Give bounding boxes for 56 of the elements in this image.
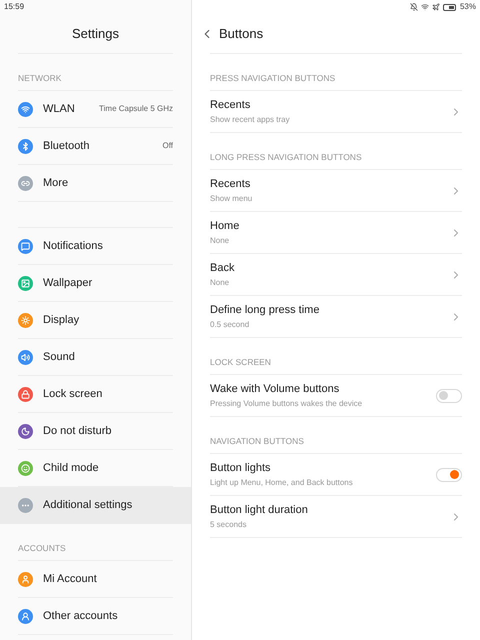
settings-row[interactable]: Wake with Volume buttons Pressing Volume buttons wakes the device [210, 375, 462, 417]
item-label: WLAN [43, 102, 76, 117]
section-header: LONG PRESS NAVIGATION BUTTONS [210, 151, 362, 164]
item-label: More [43, 176, 70, 191]
item-label: Lock screen [43, 386, 104, 402]
row-subtitle: Show menu [210, 193, 254, 206]
item-label: Notifications [43, 238, 104, 254]
battery-level: 53% [460, 1, 476, 13]
row-title: Wake with Volume buttons [210, 382, 340, 397]
settings-row[interactable]: Button light duration 5 seconds [210, 496, 462, 538]
mute-icon [410, 3, 418, 11]
item-label: Wallpaper [43, 276, 94, 291]
row-subtitle: Pressing Volume buttons wakes the device [210, 398, 364, 410]
airplane-icon [432, 3, 440, 11]
section-header: PRESS NAVIGATION BUTTONS [210, 72, 336, 85]
item-value: Time Capsule 5 GHz [99, 103, 173, 115]
section-header: NETWORK [18, 72, 62, 85]
item-label: Child mode [43, 460, 100, 476]
row-subtitle: None [210, 277, 230, 290]
row-subtitle: None [210, 235, 230, 248]
settings-row[interactable]: Button lights Light up Menu, Home, and Back buttons [210, 454, 462, 496]
item-label: Additional settings [43, 498, 134, 513]
row-subtitle: Light up Menu, Home, and Back buttons [210, 477, 354, 490]
item-label: Other accounts [43, 608, 119, 624]
settings-row[interactable]: Home None [210, 212, 462, 254]
sidebar-title: Settings [72, 24, 119, 43]
battery-icon [442, 4, 457, 10]
row-title: Recents [210, 176, 252, 192]
page-title: Buttons [219, 24, 264, 43]
row-title: Recents [210, 98, 252, 113]
settings-row[interactable]: Back None [210, 254, 462, 296]
row-subtitle: 0.5 second [210, 319, 250, 332]
wifi-icon [420, 3, 429, 11]
toggle-switch[interactable] [436, 468, 462, 482]
row-subtitle: 5 seconds [210, 519, 248, 532]
section-header: ACCOUNTS [18, 542, 66, 555]
settings-row[interactable]: Define long press time 0.5 second [210, 296, 462, 338]
row-title: Button light duration [210, 502, 309, 518]
section-header: LOCK SCREEN [210, 356, 271, 369]
item-value: Off [162, 140, 173, 152]
settings-row[interactable]: Recents Show recent apps tray [210, 91, 462, 133]
sidebar-item[interactable]: Additional settings [0, 487, 191, 524]
toggle-switch[interactable] [436, 388, 462, 402]
item-label: Mi Account [43, 572, 98, 587]
row-title: Define long press time [210, 302, 320, 318]
item-label: Sound [43, 350, 76, 365]
row-title: Home [210, 218, 240, 234]
item-label: Bluetooth [43, 138, 90, 154]
row-title: Button lights [210, 460, 272, 476]
section-header: NAVIGATION BUTTONS [210, 435, 304, 448]
settings-row[interactable]: Recents Show menu [210, 170, 462, 212]
status-time: 15:59 [4, 1, 24, 13]
item-label: Display [43, 312, 80, 328]
row-title: Back [210, 260, 236, 276]
item-label: Do not disturb [43, 424, 112, 439]
row-subtitle: Show recent apps tray [210, 114, 291, 126]
